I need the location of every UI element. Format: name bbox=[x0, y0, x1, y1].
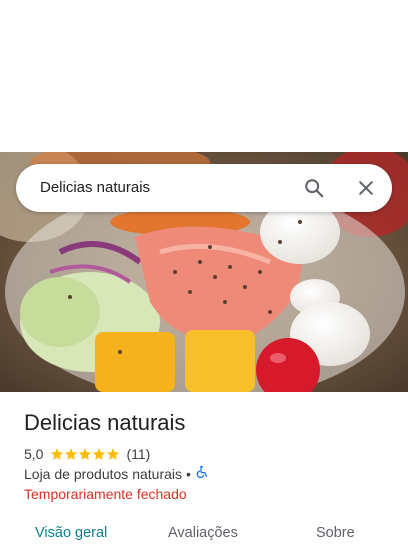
close-icon[interactable] bbox=[354, 176, 378, 200]
tab-overview[interactable]: Visão geral bbox=[35, 525, 107, 541]
star-icon bbox=[107, 448, 120, 460]
star-icon bbox=[79, 448, 92, 460]
rating-value: 5,0 bbox=[24, 446, 44, 462]
star-icon bbox=[93, 448, 106, 460]
search-icon[interactable] bbox=[302, 176, 326, 200]
separator: • bbox=[186, 465, 191, 482]
star-icon bbox=[51, 448, 64, 460]
wheelchair-icon bbox=[195, 465, 209, 482]
place-title: Delicias naturais bbox=[24, 410, 186, 435]
rating-row[interactable]: 5,0 (11) bbox=[24, 445, 150, 463]
place-category: Loja de produtos naturais bbox=[24, 465, 182, 482]
tab-reviews[interactable]: Avaliações bbox=[168, 525, 238, 541]
tab-about[interactable]: Sobre bbox=[316, 525, 355, 541]
star-icon bbox=[65, 448, 78, 460]
reviews-count: (11) bbox=[126, 446, 151, 462]
status-text: Temporariamente fechado bbox=[24, 486, 187, 502]
tab-bar: Visão geral Avaliações Sobre bbox=[0, 516, 408, 544]
search-bar[interactable]: Delicias naturais bbox=[16, 164, 392, 212]
search-input[interactable]: Delicias naturais bbox=[40, 179, 150, 196]
star-rating bbox=[50, 447, 120, 461]
category-row: Loja de produtos naturais • bbox=[24, 465, 209, 482]
